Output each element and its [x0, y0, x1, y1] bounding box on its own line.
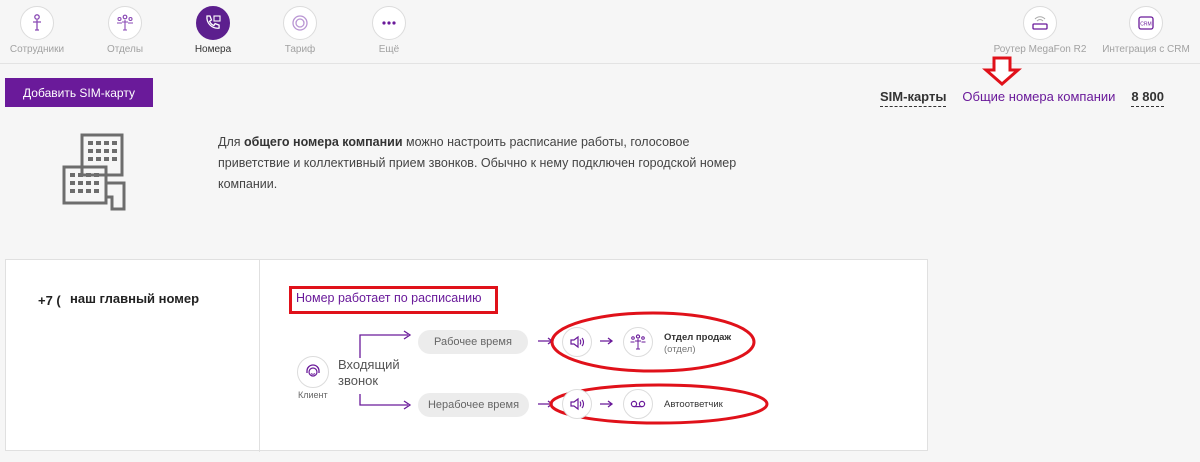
nav-item-more[interactable]: Ещё [349, 6, 429, 55]
departments-icon [117, 14, 133, 31]
tab-8800[interactable]: 8 800 [1131, 89, 1164, 107]
tab-sim-cards[interactable]: SIM-карты [880, 89, 947, 107]
info-prefix: Для [218, 135, 245, 149]
nav-crm-circle: CRM [1129, 6, 1163, 40]
nav-departments-circle [108, 6, 142, 40]
building-icon [62, 133, 126, 211]
nav-router-circle [1023, 6, 1057, 40]
nav-employees-circle [20, 6, 54, 40]
crm-icon: CRM [1138, 16, 1154, 30]
nav-item-numbers[interactable]: Номера [173, 6, 253, 55]
tab-company-numbers[interactable]: Общие номера компании [962, 89, 1115, 107]
tariff-icon [292, 15, 308, 31]
work-destination-title: Отдел продаж [664, 332, 732, 343]
work-destination[interactable]: Отдел продаж (отдел) [664, 332, 731, 356]
nav-more-circle [372, 6, 406, 40]
nonwork-voicemail-button[interactable] [623, 389, 653, 419]
nav-tariff-circle [283, 6, 317, 40]
nav-item-router[interactable]: Роутер MegaFon R2 [992, 6, 1088, 55]
employee-icon [33, 14, 41, 31]
work-time-pill[interactable]: Рабочее время [418, 330, 528, 354]
nav-departments-label: Отделы [106, 44, 144, 55]
nav-item-departments[interactable]: Отделы [85, 6, 165, 55]
phone-number: +7 ( [38, 293, 61, 308]
incoming-call-label: Входящий звонок [338, 357, 400, 388]
department-icon [630, 334, 646, 350]
nav-item-crm[interactable]: CRM Интеграция с CRM [1098, 6, 1194, 55]
work-greeting-button[interactable] [562, 327, 592, 357]
number-type-tabs: SIM-карты Общие номера компании 8 800 [880, 89, 1164, 107]
annotation-down-arrow-icon [982, 56, 1022, 86]
crm-badge: CRM [1140, 22, 1151, 28]
client-headset-icon [306, 364, 320, 377]
company-number-description: Для общего номера компании можно настрои… [218, 132, 763, 195]
client-avatar [297, 356, 329, 388]
speaker-icon [570, 397, 585, 411]
nav-crm-label: Интеграция с CRM [1102, 44, 1190, 55]
nav-router-label: Роутер MegaFon R2 [993, 44, 1087, 55]
more-icon [382, 21, 396, 25]
nav-item-tariff[interactable]: Тариф [260, 6, 340, 55]
client-label: Клиент [298, 390, 328, 400]
nav-numbers-label: Номера [194, 44, 232, 55]
nonwork-time-pill[interactable]: Нерабочее время [418, 393, 529, 417]
top-navigation: Сотрудники Отделы Номера Тариф Ещё Роуте… [0, 0, 1200, 64]
info-bold: общего номера компании [244, 135, 403, 149]
nav-numbers-circle [196, 6, 230, 40]
number-name[interactable]: наш главный номер [70, 291, 199, 306]
nav-item-employees[interactable]: Сотрудники [0, 6, 77, 55]
speaker-icon [570, 335, 585, 349]
work-destination-sub: (отдел) [664, 344, 696, 355]
nav-more-label: Ещё [378, 44, 400, 55]
nav-tariff-label: Тариф [284, 44, 316, 55]
nav-employees-label: Сотрудники [9, 44, 65, 55]
add-sim-button[interactable]: Добавить SIM-карту [5, 78, 153, 107]
work-department-button[interactable] [623, 327, 653, 357]
card-divider [259, 260, 260, 452]
voicemail-icon [630, 400, 646, 408]
nonwork-destination[interactable]: Автоответчик [664, 399, 723, 411]
phone-icon [206, 15, 221, 29]
schedule-link[interactable]: Номер работает по расписанию [296, 291, 482, 305]
nonwork-greeting-button[interactable] [562, 389, 592, 419]
router-icon [1032, 16, 1048, 30]
